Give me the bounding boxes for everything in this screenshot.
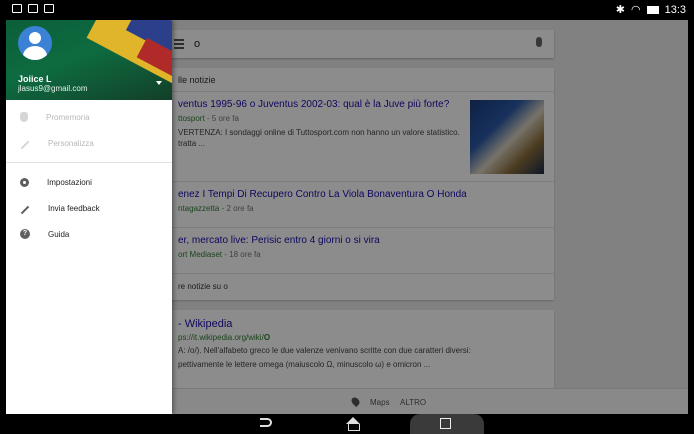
bluetooth-icon: ✱ <box>615 4 625 16</box>
hand-icon <box>20 112 28 122</box>
notification-icons <box>12 4 54 13</box>
battery-icon <box>646 5 659 14</box>
drawer-item-label: Invia feedback <box>48 203 100 213</box>
system-icons: ✱ ◠ 13:3 <box>615 3 686 17</box>
help-icon: ? <box>20 229 30 239</box>
notification-icon <box>28 4 38 13</box>
recents-icon[interactable] <box>440 418 451 429</box>
drawer-item-feedback[interactable]: Invia feedback <box>6 195 172 221</box>
drawer-item-help[interactable]: ? Guida <box>6 221 172 247</box>
status-bar: ✱ ◠ 13:3 <box>6 0 688 20</box>
navigation-bar <box>6 414 688 434</box>
navigation-drawer: Joiice L jlasus9@gmail.com Promemoria Pe… <box>6 20 172 414</box>
magic-wand-icon <box>20 140 30 150</box>
account-switcher-caret-icon[interactable] <box>156 81 162 85</box>
avatar[interactable] <box>18 26 52 60</box>
drawer-item-label: Promemoria <box>46 112 90 122</box>
notification-icon <box>44 4 54 13</box>
device-screen: ✱ ◠ 13:3 o lle notizie ventus 1995-96 o … <box>6 0 688 434</box>
account-header[interactable]: Joiice L jlasus9@gmail.com <box>6 20 172 100</box>
drawer-item-settings[interactable]: Impostazioni <box>6 169 172 195</box>
account-email: jlasus9@gmail.com <box>18 84 88 93</box>
drawer-item-label: Guida <box>48 229 70 239</box>
gear-icon <box>20 177 29 187</box>
home-icon[interactable] <box>346 417 360 431</box>
notification-icon <box>12 4 22 13</box>
drawer-item-label: Personalizza <box>48 138 94 148</box>
drawer-item-label: Impostazioni <box>47 177 92 187</box>
pencil-icon <box>20 205 30 215</box>
back-icon[interactable] <box>260 418 272 427</box>
drawer-item-customize: Personalizza <box>6 130 172 156</box>
drawer-divider <box>6 162 172 163</box>
wifi-icon: ◠ <box>630 4 641 16</box>
drawer-item-reminders: Promemoria <box>6 104 172 130</box>
clock: 13:3 <box>664 3 686 16</box>
account-name: Joiice L <box>18 74 52 84</box>
